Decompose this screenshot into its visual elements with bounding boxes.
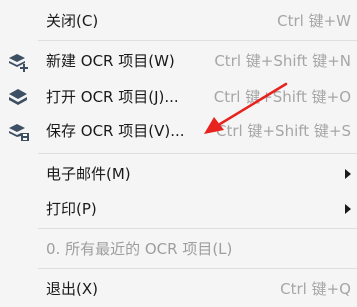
menu-separator — [38, 228, 357, 229]
menu-separator — [38, 268, 357, 269]
menu-item-shortcut: Ctrl 键+Shift 键+N — [214, 52, 351, 70]
submenu-arrow-icon — [345, 204, 351, 214]
menu-item-label: 0. 所有最近的 OCR 项目(L) — [46, 240, 233, 258]
menu-separator — [38, 40, 357, 41]
menu-item-shortcut: Ctrl 键+W — [277, 12, 351, 30]
open-ocr-project-icon — [8, 88, 30, 108]
menu-item-exit[interactable]: 退出(X) Ctrl 键+Q — [0, 272, 357, 306]
menu-item-label: 新建 OCR 项目(W) — [46, 52, 175, 70]
menu-item-label: 退出(X) — [46, 280, 98, 298]
submenu-arrow-icon — [345, 169, 351, 179]
menu-item-shortcut: Ctrl 键+Q — [280, 280, 351, 298]
menu-item-new-ocr-project[interactable]: 新建 OCR 项目(W) Ctrl 键+Shift 键+N — [0, 44, 357, 78]
menu-item-shortcut: Ctrl 键+Shift 键+S — [216, 122, 351, 140]
menu-item-label: 保存 OCR 项目(V)... — [46, 122, 185, 140]
new-ocr-project-icon — [8, 52, 30, 72]
menu-item-print[interactable]: 打印(P) — [0, 192, 357, 226]
menu-item-label: 关闭(C) — [46, 12, 99, 30]
file-menu: 关闭(C) Ctrl 键+W 新建 OCR 项目(W) Ctrl 键+Shift… — [0, 0, 357, 307]
menu-item-label: 电子邮件(M) — [46, 165, 131, 183]
menu-item-shortcut: Ctrl 键+Shift 键+O — [213, 88, 351, 106]
menu-item-label: 打开 OCR 项目(J)... — [46, 88, 179, 106]
menu-item-label: 打印(P) — [46, 200, 97, 218]
menu-item-close[interactable]: 关闭(C) Ctrl 键+W — [0, 4, 357, 38]
menu-item-save-ocr-project[interactable]: 保存 OCR 项目(V)... Ctrl 键+Shift 键+S — [0, 114, 357, 148]
menu-separator — [38, 153, 357, 154]
menu-item-open-ocr-project[interactable]: 打开 OCR 项目(J)... Ctrl 键+Shift 键+O — [0, 80, 357, 114]
save-ocr-project-icon — [8, 122, 30, 142]
menu-item-recent-ocr-projects: 0. 所有最近的 OCR 项目(L) — [0, 232, 357, 266]
menu-item-email[interactable]: 电子邮件(M) — [0, 157, 357, 191]
